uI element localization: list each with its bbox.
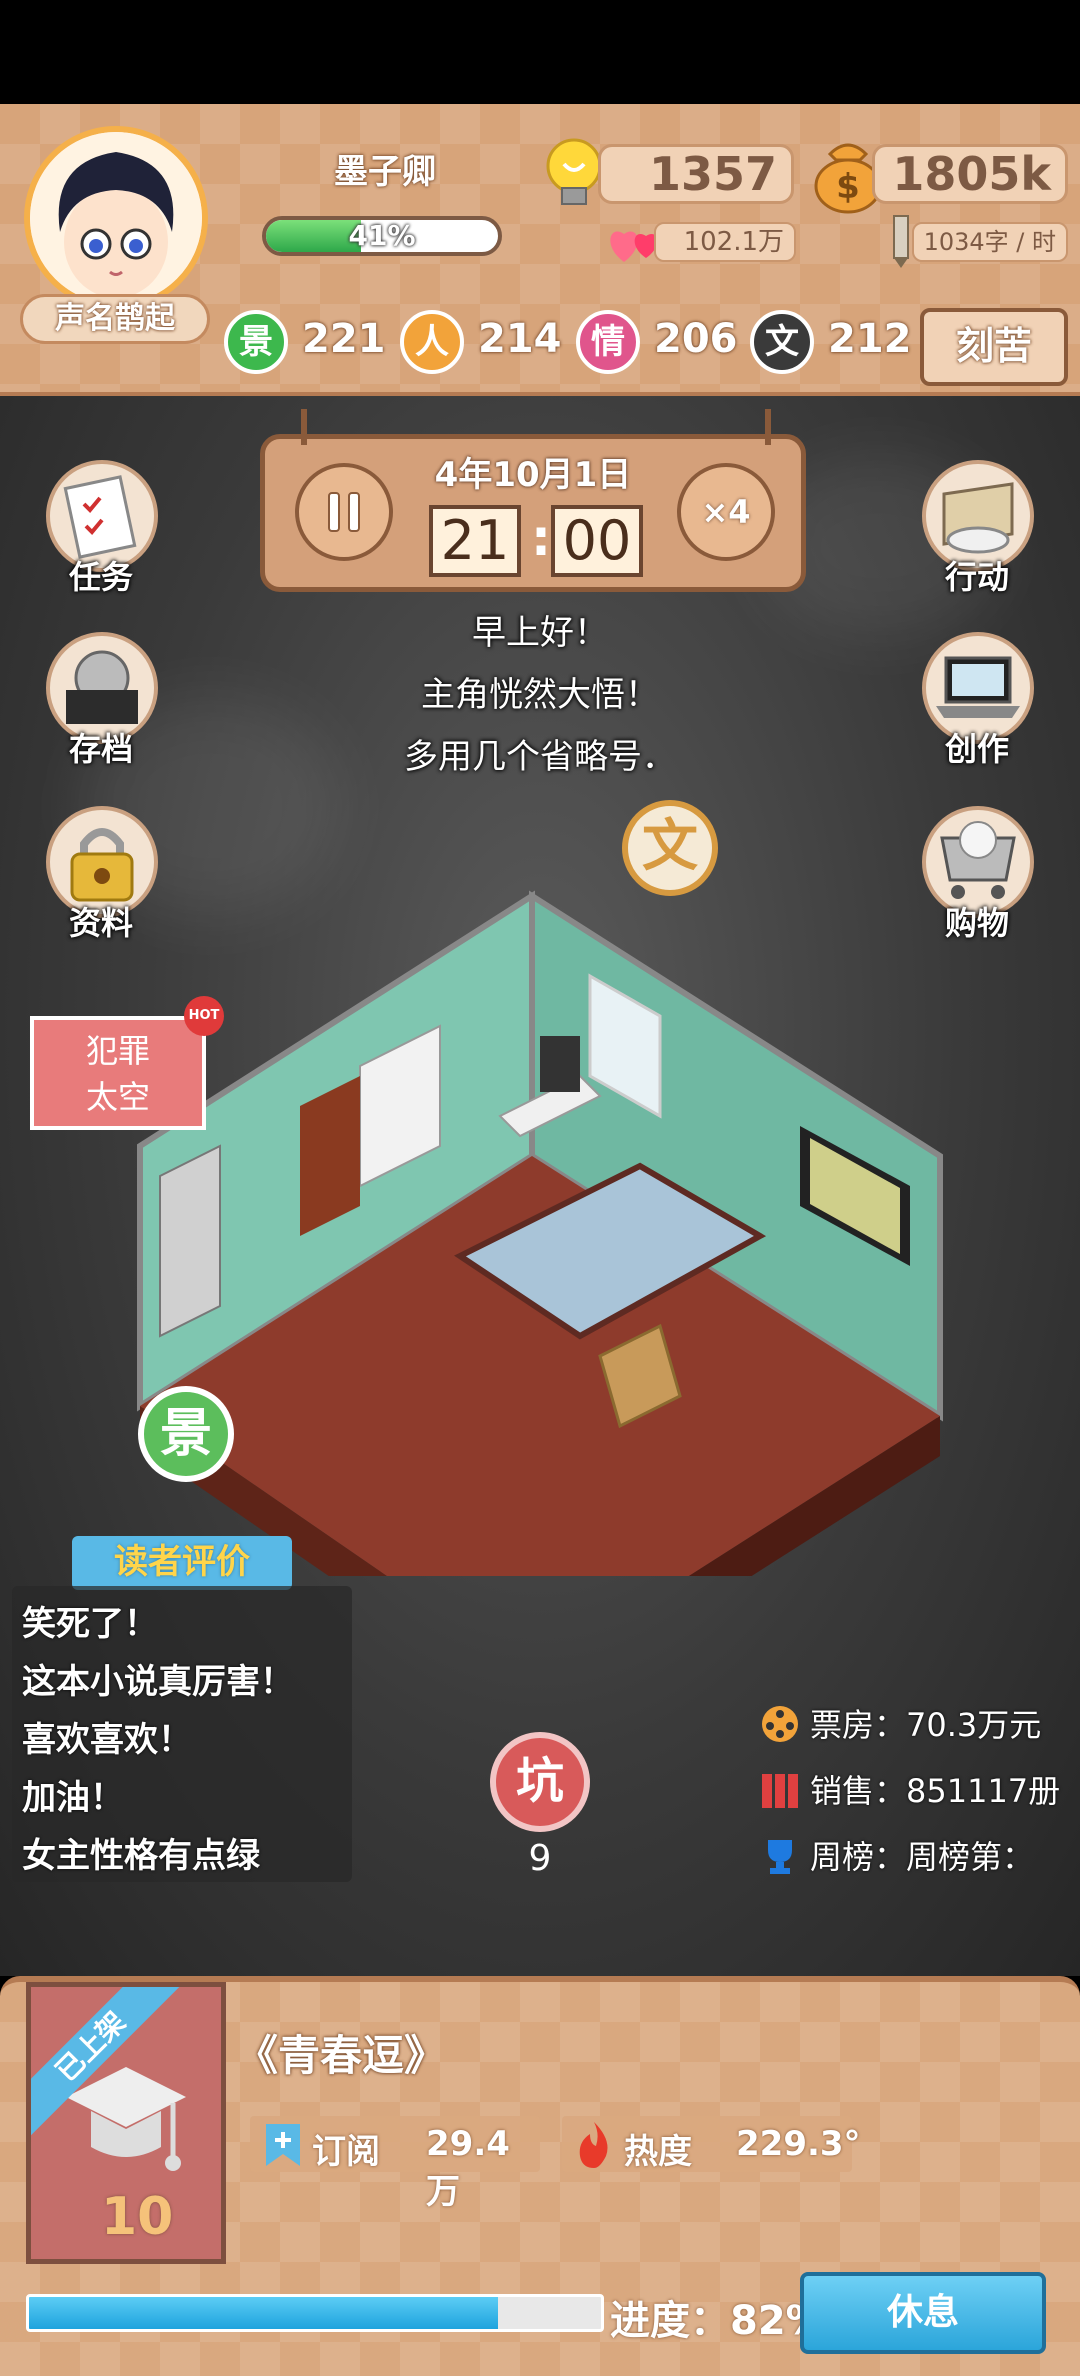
clock-minute: 00: [551, 505, 643, 577]
review-line: 加油！: [22, 1778, 124, 1818]
film-reel-icon: [762, 1706, 798, 1742]
character-icon: 人: [400, 310, 464, 374]
hard-work-button[interactable]: 刻苦: [920, 308, 1068, 386]
review-line: 喜欢喜欢！: [22, 1720, 192, 1760]
stat-value: 214: [478, 316, 562, 362]
progress-label: 进度：82%: [610, 2298, 826, 2344]
weekly-rank-text: 周榜：周榜第：: [810, 1838, 1035, 1876]
reviews-title: 读者评价: [72, 1536, 292, 1590]
action-button[interactable]: 行动: [912, 460, 1042, 600]
books-icon: [762, 1774, 798, 1808]
trophy-icon: [768, 1840, 792, 1874]
event-line: 太空: [85, 1078, 150, 1116]
action-label: 行动: [944, 558, 1009, 596]
message-line: 多用几个省略号．: [404, 737, 676, 777]
review-line: 这本小说真厉害！: [22, 1662, 294, 1702]
room-scene: 4年10月1日 21 : 00 ×4 任务 存档 资料 行动 创作 购物 早上好…: [0, 396, 1080, 1976]
svg-text:$: $: [836, 167, 860, 207]
subscribe-metric: 订阅 29.4万: [250, 2116, 540, 2212]
fans-value: 102.1万: [654, 222, 796, 262]
heat-label: 热度: [624, 2132, 692, 2172]
box-office-text: 票房：70.3万元: [810, 1706, 1042, 1744]
review-line: 笑死了！: [22, 1604, 158, 1644]
event-line: 犯罪: [85, 1032, 150, 1070]
writing-progress-bar: [26, 2294, 604, 2332]
stat-value: 221: [302, 316, 386, 362]
subscribe-label: 订阅: [312, 2132, 380, 2172]
status-bar: [0, 0, 1080, 104]
task-label: 任务: [68, 558, 133, 596]
stat-value: 206: [654, 316, 738, 362]
book-panel: 已上架 10 《青春逗》 订阅 29.4万 热度 229.3° 进度：82% 休…: [0, 1976, 1080, 2376]
player-name: 墨子卿: [334, 152, 436, 192]
hot-badge: HOT: [184, 996, 224, 1036]
narrative-message: 早上好！ 主角恍然大悟！ 多用几个省略号．: [290, 602, 790, 788]
speed-button[interactable]: ×4: [677, 463, 775, 561]
xp-percent: 41%: [348, 219, 416, 252]
reader-reviews: 笑死了！ 这本小说真厉害！ 喜欢喜欢！ 加油！ 女主性格有点绿: [12, 1586, 352, 1882]
bookmark-plus-icon: [266, 2124, 300, 2166]
stat-value: 212: [828, 316, 912, 362]
heat-metric: 热度 229.3°: [562, 2116, 861, 2172]
avatar-portrait-icon: [30, 132, 202, 304]
rest-button[interactable]: 休息: [800, 2272, 1046, 2354]
clock-panel: 4年10月1日 21 : 00 ×4: [260, 409, 806, 592]
progress-fill: [29, 2297, 499, 2329]
book-level: 10: [101, 2187, 174, 2247]
pit-button[interactable]: 坑: [490, 1732, 590, 1832]
event-card[interactable]: 犯罪 太空: [30, 1016, 206, 1130]
book-cover[interactable]: 已上架 10: [26, 1982, 226, 2264]
top-hud: 声名鹊起 墨子卿 41% 1357 $ 1805k 102.1万 1034字 /…: [0, 104, 1080, 396]
emotion-icon: 情: [576, 310, 640, 374]
create-label: 创作: [944, 730, 1009, 768]
writing-icon: 文: [750, 310, 814, 374]
scenery-bubble[interactable]: 景: [138, 1386, 234, 1482]
task-button[interactable]: 任务: [36, 460, 166, 600]
subscribe-value: 29.4万: [426, 2124, 510, 2212]
clock-colon: :: [531, 509, 551, 567]
heat-value: 229.3°: [736, 2124, 861, 2164]
scenery-icon: 景: [224, 310, 288, 374]
create-button[interactable]: 创作: [912, 632, 1042, 772]
pause-icon: [328, 492, 360, 532]
message-line: 主角恍然大悟！: [421, 675, 659, 715]
message-line: 早上好！: [472, 613, 608, 653]
sales-text: 销售：851117册: [810, 1772, 1061, 1810]
book-title: 《青春逗》: [236, 2031, 447, 2080]
pause-button[interactable]: [295, 463, 393, 561]
save-label: 存档: [68, 730, 133, 768]
pit-count: 9: [528, 1838, 552, 1879]
fame-title: 声名鹊起: [20, 294, 210, 344]
save-button[interactable]: 存档: [36, 632, 166, 772]
writing-speed: 1034字 / 时: [912, 222, 1068, 262]
clock-hour: 21: [429, 505, 521, 577]
isometric-room: [137, 890, 943, 1576]
flame-icon: [579, 2122, 608, 2168]
review-line: 女主性格有点绿: [22, 1836, 260, 1876]
xp-bar: 41%: [262, 216, 502, 256]
money-value: 1805k: [872, 144, 1068, 204]
inspiration-value: 1357: [598, 144, 794, 204]
avatar[interactable]: [24, 126, 208, 310]
